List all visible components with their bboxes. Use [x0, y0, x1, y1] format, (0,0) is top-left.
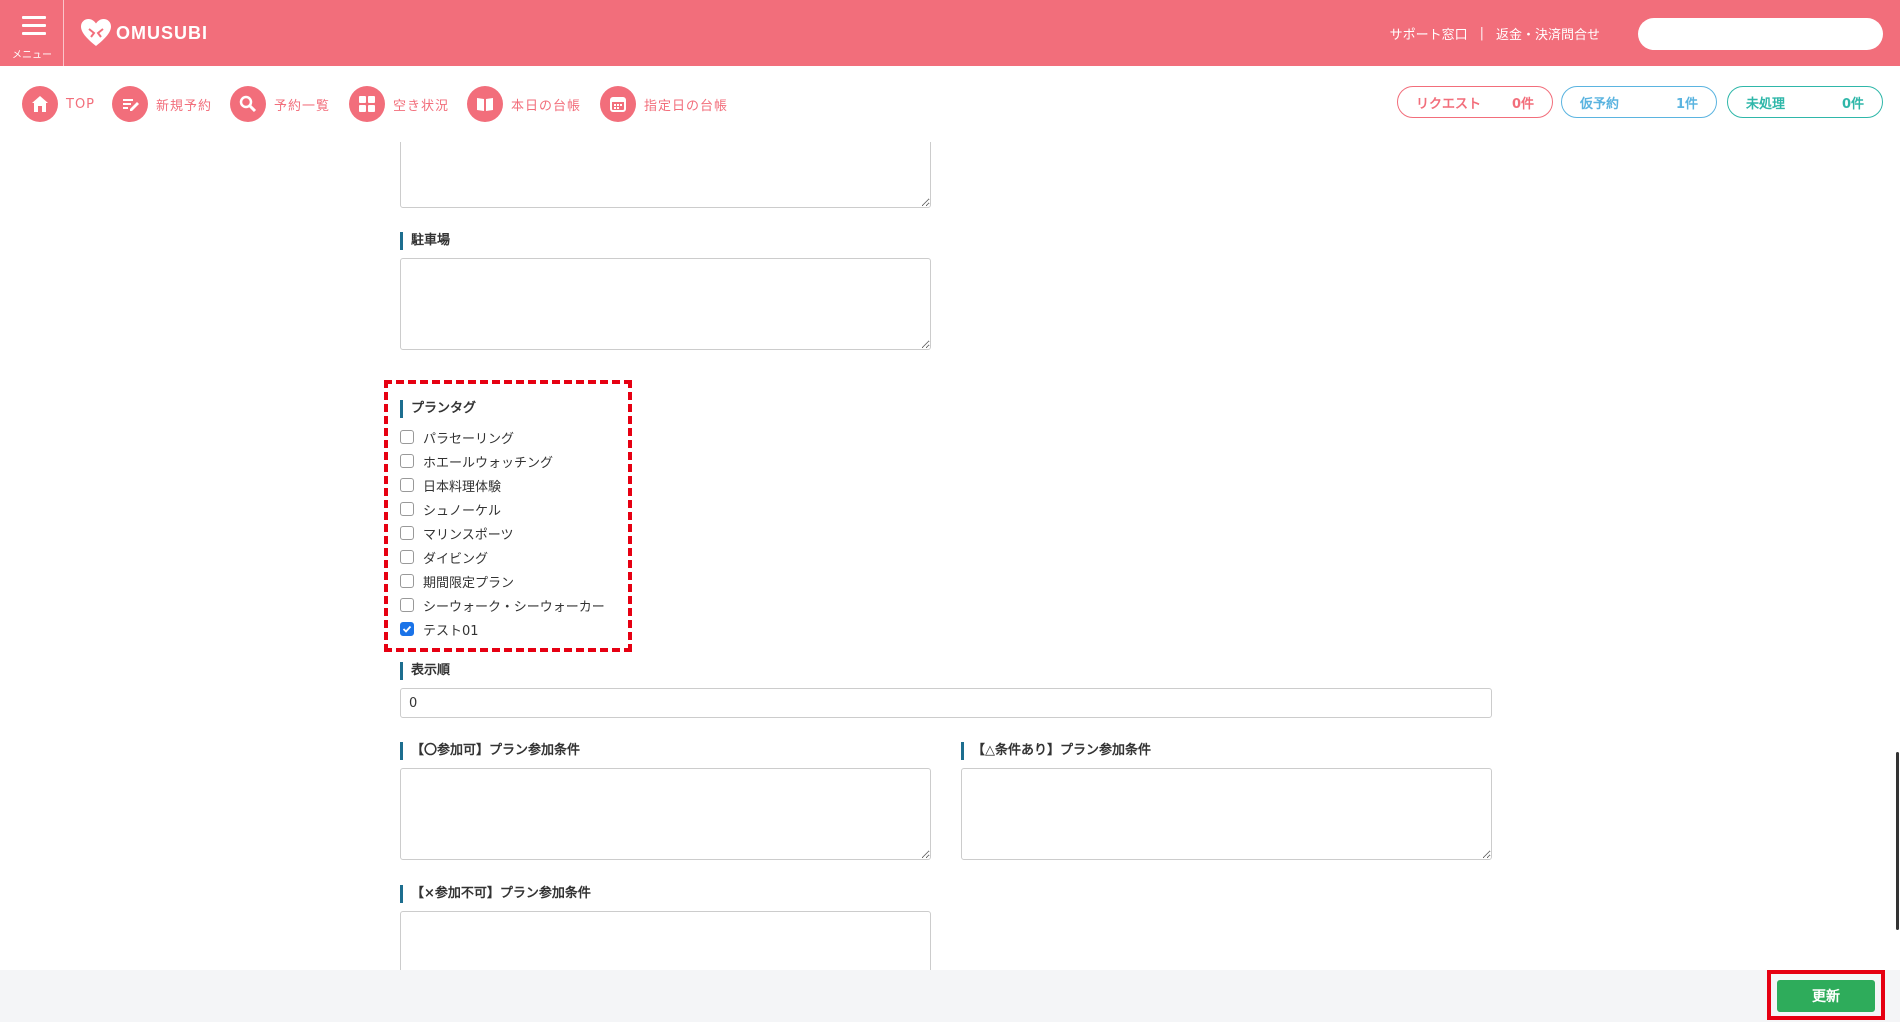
plan-tag-option[interactable]: マリンスポーツ — [400, 521, 605, 545]
checkmark-icon — [402, 625, 412, 633]
header-links: サポート窓口 | 返金・決済問合せ — [1390, 24, 1600, 43]
plan-tag-checkbox-list: パラセーリングホエールウォッチング 日本料理体験 シュノーケル マリンスポーツ ダイビン… — [400, 425, 605, 641]
grid-icon — [349, 86, 385, 122]
checkbox[interactable] — [400, 598, 414, 612]
cond-ng-textarea[interactable] — [400, 911, 931, 970]
cond-ng-label: 【×参加不可】プラン参加条件 — [400, 885, 591, 903]
request-label: リクエスト — [1416, 96, 1482, 112]
plan-tag-label-text: テスト01 — [423, 623, 479, 639]
nav-today-ledger-label: 本日の台帳 — [511, 98, 582, 114]
plan-tag-label-text: 日本料理体験 — [423, 479, 502, 495]
unprocessed-label: 未処理 — [1746, 96, 1786, 112]
cond-conditional-textarea[interactable] — [961, 768, 1492, 860]
plan-tag-label-text: マリンスポーツ — [423, 527, 514, 543]
display-order-input[interactable] — [400, 688, 1492, 718]
nav-new-reservation-label: 新規予約 — [156, 98, 213, 114]
checkbox[interactable] — [400, 550, 414, 564]
plan-tag-option[interactable]: パラセーリング — [400, 425, 605, 449]
nav-reservation-list[interactable]: 予約一覧 — [230, 86, 330, 122]
book-icon — [467, 86, 503, 122]
plan-tag-option[interactable]: テスト01 — [400, 617, 605, 641]
previous-field-textarea[interactable] — [400, 142, 931, 208]
update-button[interactable]: 更新 — [1777, 980, 1875, 1012]
plan-tag-label-text: 期間限定プラン — [423, 575, 515, 591]
sub-navigation: TOP 新規予約 予約一覧 空き状況 本日の台帳 指定日の台帳 リクエスト 0件 — [0, 66, 1900, 142]
parking-textarea[interactable] — [400, 258, 931, 350]
menu-button[interactable]: メニュー — [0, 0, 64, 66]
checkbox[interactable] — [400, 430, 414, 444]
plan-tag-option[interactable]: ホエールウォッチング — [400, 449, 605, 473]
checkbox[interactable] — [400, 502, 414, 516]
display-order-label: 表示順 — [400, 662, 450, 680]
nav-availability-label: 空き状況 — [393, 98, 450, 114]
provisional-label: 仮予約 — [1580, 96, 1620, 112]
plan-tag-option[interactable]: 日本料理体験 — [400, 473, 605, 497]
checkbox[interactable] — [400, 526, 414, 540]
request-count-pill[interactable]: リクエスト 0件 — [1397, 86, 1553, 118]
parking-label: 駐車場 — [400, 232, 450, 250]
search-icon — [230, 86, 266, 122]
unprocessed-count: 0件 — [1841, 96, 1864, 112]
nav-today-ledger[interactable]: 本日の台帳 — [467, 86, 581, 122]
plan-tag-option[interactable]: 期間限定プラン — [400, 569, 605, 593]
logo[interactable]: OMUSUBI — [80, 18, 208, 48]
top-header: メニュー OMUSUBI サポート窓口 | 返金・決済問合せ — [0, 0, 1900, 66]
plan-tag-label-text: シュノーケル — [423, 503, 502, 519]
header-search-input[interactable] — [1638, 18, 1883, 50]
calendar-icon — [600, 86, 636, 122]
nav-top-label: TOP — [66, 96, 96, 112]
provisional-count: 1件 — [1675, 96, 1698, 112]
plan-tag-label-text: パラセーリング — [423, 431, 515, 447]
footer-bar — [0, 970, 1900, 1022]
plan-tag-option[interactable]: シュノーケル — [400, 497, 605, 521]
nav-date-ledger-label: 指定日の台帳 — [644, 98, 729, 114]
plan-tag-label-text: シーウォーク・シーウォーカー — [423, 599, 605, 615]
cond-conditional-label: 【△条件あり】プラン参加条件 — [961, 742, 1151, 760]
scrollbar-thumb[interactable] — [1896, 752, 1899, 930]
checkbox[interactable] — [400, 478, 414, 492]
unprocessed-count-pill[interactable]: 未処理 0件 — [1727, 86, 1883, 118]
plan-tag-label-text: ホエールウォッチング — [423, 455, 554, 471]
nav-top[interactable]: TOP — [22, 86, 95, 122]
checkbox[interactable] — [400, 454, 414, 468]
provisional-count-pill[interactable]: 仮予約 1件 — [1561, 86, 1717, 118]
support-link[interactable]: サポート窓口 — [1390, 24, 1468, 43]
request-count: 0件 — [1511, 96, 1534, 112]
plan-tag-label: プランタグ — [400, 400, 476, 418]
refund-link[interactable]: 返金・決済問合せ — [1496, 24, 1600, 43]
nav-availability[interactable]: 空き状況 — [349, 86, 449, 122]
form-content: 駐車場 プランタグ パラセーリングホエールウォッチング 日本料理体験 シュノーケルマ… — [0, 142, 1900, 970]
logo-text: OMUSUBI — [116, 22, 208, 43]
plan-tag-option[interactable]: ダイビング — [400, 545, 605, 569]
nav-new-reservation[interactable]: 新規予約 — [112, 86, 212, 122]
nav-reservation-list-label: 予約一覧 — [274, 98, 331, 114]
cond-ok-label: 【〇参加可】プラン参加条件 — [400, 742, 580, 760]
cond-ok-textarea[interactable] — [400, 768, 931, 860]
plan-tag-label-text: ダイビング — [423, 551, 489, 567]
menu-label: メニュー — [12, 50, 52, 61]
pencil-icon — [112, 86, 148, 122]
home-icon — [22, 86, 58, 122]
checkbox-checked[interactable] — [400, 622, 414, 636]
nav-date-ledger[interactable]: 指定日の台帳 — [600, 86, 728, 122]
link-separator: | — [1479, 26, 1484, 41]
plan-tag-option[interactable]: シーウォーク・シーウォーカー — [400, 593, 605, 617]
checkbox[interactable] — [400, 574, 414, 588]
heart-logo-icon — [81, 19, 111, 46]
hamburger-icon — [22, 16, 46, 35]
